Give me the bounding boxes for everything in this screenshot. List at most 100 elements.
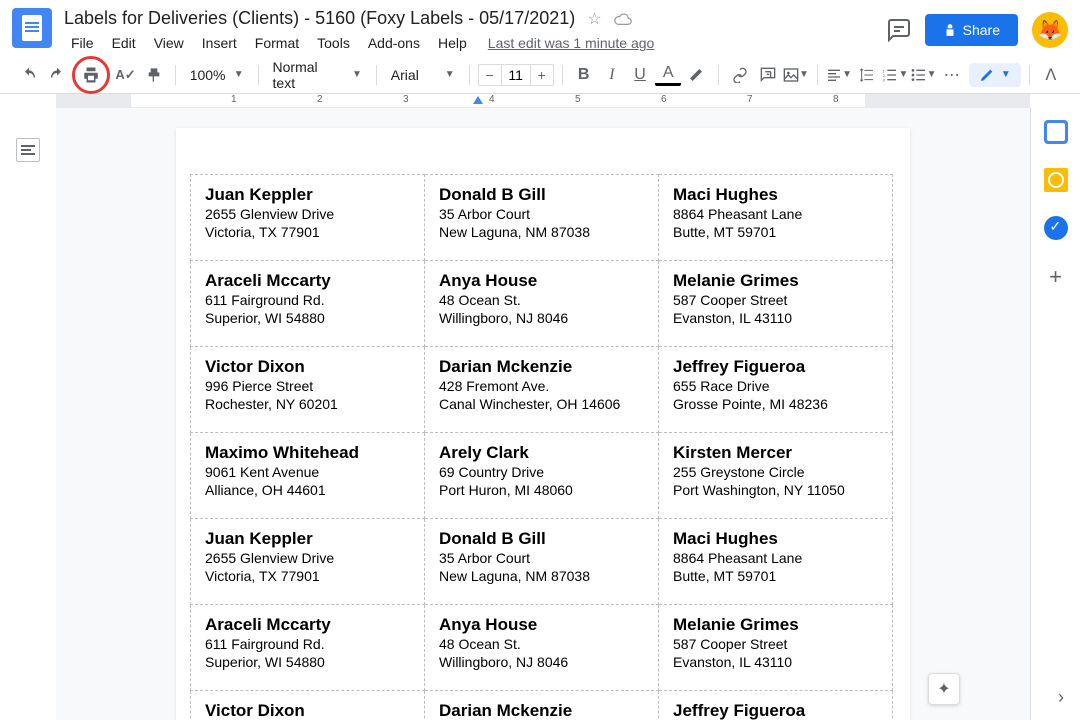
side-panel: + › — [1030, 108, 1080, 720]
underline-button[interactable]: U — [627, 61, 653, 89]
editing-mode-button[interactable]: ▼ — [969, 63, 1021, 87]
align-button[interactable]: ▼ — [826, 61, 852, 89]
document-title[interactable]: Labels for Deliveries (Clients) - 5160 (… — [64, 8, 575, 29]
label-cell[interactable]: Anya House48 Ocean St.Willingboro, NJ 80… — [425, 605, 659, 691]
bulleted-list-button[interactable]: ▼ — [911, 61, 937, 89]
star-icon[interactable]: ☆ — [587, 9, 601, 29]
hide-menus-button[interactable]: ᐱ — [1038, 61, 1064, 89]
label-address-line1: 255 Greystone Circle — [673, 463, 878, 481]
indent-marker-icon[interactable] — [473, 96, 483, 104]
explore-button[interactable]: ✦ — [928, 673, 960, 705]
insert-link-button[interactable] — [726, 61, 752, 89]
menu-addons[interactable]: Add-ons — [361, 31, 427, 55]
highlight-button[interactable] — [683, 61, 709, 89]
label-address-line1: 48 Ocean St. — [439, 635, 644, 653]
line-spacing-button[interactable] — [854, 61, 880, 89]
undo-button[interactable] — [16, 61, 42, 89]
account-avatar[interactable]: 🦊 — [1032, 12, 1068, 48]
label-name: Araceli Mccarty — [205, 615, 410, 635]
label-cell[interactable]: Arely Clark69 Country DrivePort Huron, M… — [425, 433, 659, 519]
label-cell[interactable]: Juan Keppler2655 Glenview DriveVictoria,… — [191, 175, 425, 261]
print-button[interactable] — [77, 61, 105, 89]
menu-edit[interactable]: Edit — [105, 31, 143, 55]
insert-image-button[interactable]: ▼ — [783, 61, 809, 89]
horizontal-ruler[interactable]: 12345678 — [56, 94, 1030, 108]
label-cell[interactable]: Darian Mckenzie — [425, 691, 659, 720]
zoom-dropdown[interactable]: 100%▼ — [184, 63, 250, 87]
ruler-tick: 4 — [489, 94, 495, 105]
spellcheck-button[interactable]: A✓ — [112, 61, 138, 89]
label-cell[interactable]: Melanie Grimes587 Cooper StreetEvanston,… — [659, 605, 893, 691]
table-row: Araceli Mccarty611 Fairground Rd.Superio… — [191, 605, 893, 691]
label-address-line1: 428 Fremont Ave. — [439, 377, 644, 395]
label-cell[interactable]: Araceli Mccarty611 Fairground Rd.Superio… — [191, 605, 425, 691]
label-cell[interactable]: Jeffrey Figueroa — [659, 691, 893, 720]
paragraph-style-dropdown[interactable]: Normal text▼ — [267, 55, 368, 95]
label-name: Maci Hughes — [673, 529, 878, 549]
label-cell[interactable]: Jeffrey Figueroa655 Race DriveGrosse Poi… — [659, 347, 893, 433]
label-address-line1: 2655 Glenview Drive — [205, 549, 410, 567]
label-address-line2: Superior, WI 54880 — [205, 309, 410, 327]
label-address-line2: Butte, MT 59701 — [673, 223, 878, 241]
label-cell[interactable]: Maximo Whitehead9061 Kent AvenueAlliance… — [191, 433, 425, 519]
label-address-line2: Port Huron, MI 48060 — [439, 481, 644, 499]
ruler-tick: 5 — [575, 94, 581, 105]
label-cell[interactable]: Donald B Gill35 Arbor CourtNew Laguna, N… — [425, 519, 659, 605]
label-cell[interactable]: Kirsten Mercer255 Greystone CirclePort W… — [659, 433, 893, 519]
label-name: Maci Hughes — [673, 185, 878, 205]
label-address-line1: 996 Pierce Street — [205, 377, 410, 395]
insert-comment-button[interactable] — [755, 61, 781, 89]
label-cell[interactable]: Melanie Grimes587 Cooper StreetEvanston,… — [659, 261, 893, 347]
document-outline-icon[interactable] — [16, 138, 40, 162]
docs-logo-icon[interactable] — [12, 8, 52, 48]
label-cell[interactable]: Victor Dixon996 Pierce StreetRochester, … — [191, 347, 425, 433]
label-cell[interactable]: Juan Keppler2655 Glenview DriveVictoria,… — [191, 519, 425, 605]
label-address-line1: 8864 Pheasant Lane — [673, 205, 878, 223]
table-row: Juan Keppler2655 Glenview DriveVictoria,… — [191, 519, 893, 605]
label-cell[interactable]: Donald B Gill35 Arbor CourtNew Laguna, N… — [425, 175, 659, 261]
font-size-decrease[interactable]: − — [479, 67, 501, 83]
comment-history-icon[interactable] — [887, 18, 911, 42]
menu-file[interactable]: File — [64, 31, 101, 55]
font-size-input[interactable] — [501, 65, 531, 85]
redo-button[interactable] — [44, 61, 70, 89]
more-button[interactable]: ⋯ — [939, 61, 965, 89]
paint-format-button[interactable] — [141, 61, 167, 89]
document-page[interactable]: Juan Keppler2655 Glenview DriveVictoria,… — [176, 128, 910, 720]
cloud-icon[interactable] — [614, 12, 632, 26]
document-canvas[interactable]: Juan Keppler2655 Glenview DriveVictoria,… — [56, 108, 1030, 720]
label-cell[interactable]: Victor Dixon — [191, 691, 425, 720]
keep-app-icon[interactable] — [1044, 168, 1068, 192]
label-address-line1: 587 Cooper Street — [673, 291, 878, 309]
numbered-list-button[interactable]: 123▼ — [882, 61, 908, 89]
label-cell[interactable]: Darian Mckenzie428 Fremont Ave.Canal Win… — [425, 347, 659, 433]
table-row: Araceli Mccarty611 Fairground Rd.Superio… — [191, 261, 893, 347]
tasks-app-icon[interactable] — [1044, 216, 1068, 240]
ruler-tick: 2 — [317, 94, 323, 105]
font-size-increase[interactable]: + — [531, 67, 553, 83]
label-name: Victor Dixon — [205, 357, 410, 377]
label-name: Donald B Gill — [439, 529, 644, 549]
label-cell[interactable]: Maci Hughes8864 Pheasant LaneButte, MT 5… — [659, 519, 893, 605]
add-app-icon[interactable]: + — [1049, 264, 1062, 290]
share-button[interactable]: Share — [925, 14, 1018, 46]
label-name: Anya House — [439, 271, 644, 291]
menu-view[interactable]: View — [147, 31, 191, 55]
label-cell[interactable]: Araceli Mccarty611 Fairground Rd.Superio… — [191, 261, 425, 347]
label-cell[interactable]: Anya House48 Ocean St.Willingboro, NJ 80… — [425, 261, 659, 347]
label-address-line2: Evanston, IL 43110 — [673, 653, 878, 671]
bold-button[interactable]: B — [571, 61, 597, 89]
calendar-app-icon[interactable] — [1044, 120, 1068, 144]
text-color-button[interactable]: A — [655, 64, 681, 86]
collapse-sidepanel-icon[interactable]: › — [1058, 687, 1064, 708]
table-row: Juan Keppler2655 Glenview DriveVictoria,… — [191, 175, 893, 261]
menu-format[interactable]: Format — [248, 31, 306, 55]
font-dropdown[interactable]: Arial▼ — [385, 63, 461, 87]
menu-help[interactable]: Help — [431, 31, 474, 55]
menu-insert[interactable]: Insert — [195, 31, 244, 55]
last-edit-link[interactable]: Last edit was 1 minute ago — [488, 35, 655, 51]
italic-button[interactable]: I — [599, 61, 625, 89]
labels-table[interactable]: Juan Keppler2655 Glenview DriveVictoria,… — [190, 174, 893, 720]
label-cell[interactable]: Maci Hughes8864 Pheasant LaneButte, MT 5… — [659, 175, 893, 261]
menu-tools[interactable]: Tools — [310, 31, 357, 55]
